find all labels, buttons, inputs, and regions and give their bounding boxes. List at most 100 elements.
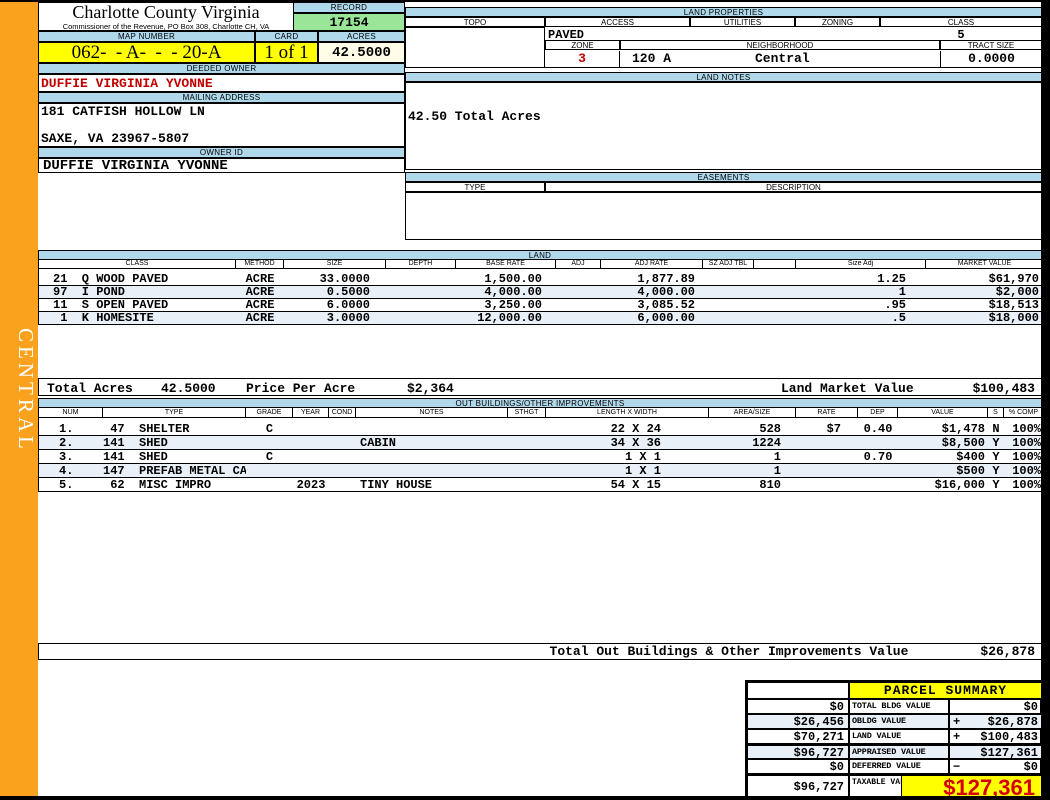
land-market-value-label: Land Market Value <box>781 381 914 396</box>
land-row-depth <box>386 273 456 286</box>
ob-row-dep <box>858 436 898 450</box>
ob-row-value: $500 <box>898 464 988 478</box>
ob-row-notes: CABIN <box>356 436 508 450</box>
ps-value-obldg: +$26,878 <box>949 714 1042 729</box>
tract-size-label: TRACT SIZE <box>940 40 1042 50</box>
property-record-card: CENTRAL Charlotte County Virginia Commis… <box>0 0 1050 800</box>
ob-row-grade <box>246 464 293 478</box>
ob-col-s: S <box>988 408 1004 418</box>
out-buildings-table: NUM TYPE GRADE YEAR COND NOTES STHGT LEN… <box>38 408 1042 492</box>
out-buildings-total-row: Total Out Buildings & Other Improvements… <box>38 643 1042 660</box>
land-row-adj-rate: 1,877.89 <box>601 273 703 286</box>
ob-row-grade: C <box>246 422 293 436</box>
ob-row-value: $1,478 <box>898 422 988 436</box>
ps-label-appraised: APPRAISED VALUE <box>849 744 949 759</box>
land-row-market-value: $2,000 <box>926 286 1043 299</box>
land-col-adj: ADJ <box>556 260 601 269</box>
address-line-2: SAXE, VA 23967-5807 <box>39 131 404 146</box>
record-label: RECORD <box>293 2 405 13</box>
ob-row-grade <box>246 478 293 492</box>
land-row-method: ACRE <box>236 273 284 286</box>
ob-row-num: 5. <box>39 478 103 492</box>
land-row-market-value: $18,000 <box>926 312 1043 325</box>
ps-op: − <box>953 760 960 773</box>
ob-row-sthgt <box>508 464 546 478</box>
ob-row-pct-comp: 100% <box>1004 422 1043 436</box>
out-buildings-total-value: $26,878 <box>980 644 1035 659</box>
land-row-size-adj: 1 <box>796 286 926 299</box>
ob-row-length-width: 22 X 24 <box>546 422 709 436</box>
deeded-owner-value: DUFFIE VIRGINIA YVONNE <box>38 74 405 92</box>
land-note-text: 42.50 Total Acres <box>406 109 1041 124</box>
ob-col-rate: RATE <box>796 408 858 418</box>
ob-col-sthgt: STHGT <box>508 408 546 418</box>
ob-row-grade <box>246 436 293 450</box>
mailing-address-label: MAILING ADDRESS <box>38 92 405 103</box>
ob-row-rate <box>796 436 858 450</box>
ob-row-pct-comp: 100% <box>1004 478 1043 492</box>
land-row-adj <box>556 286 601 299</box>
land-row-market-value: $18,513 <box>926 299 1043 312</box>
ob-row-dep: 0.70 <box>858 450 898 464</box>
ob-row-sthgt <box>508 478 546 492</box>
land-col-depth: DEPTH <box>386 260 456 269</box>
ob-row-type: 141 SHED <box>103 450 246 464</box>
ps-prev-appraised: $96,727 <box>747 744 849 759</box>
ob-row-length-width: 1 X 1 <box>546 464 709 478</box>
land-row-sz-adj-tbl <box>703 273 754 286</box>
land-row-method: ACRE <box>236 299 284 312</box>
out-buildings-title: OUT BUILDINGS/OTHER IMPROVEMENTS <box>38 398 1042 408</box>
easement-type-label: TYPE <box>405 182 545 192</box>
ob-row-dep: 0.40 <box>858 422 898 436</box>
land-row-base-rate: 4,000.00 <box>456 286 556 299</box>
ps-op: + <box>953 715 960 728</box>
ob-col-area-size: AREA/SIZE <box>709 408 796 418</box>
neighborhood-name: Central <box>755 51 810 66</box>
ob-row-length-width: 54 X 15 <box>546 478 709 492</box>
right-border <box>1041 0 1050 800</box>
record-value: 17154 <box>293 13 405 31</box>
ob-row-cond <box>329 422 356 436</box>
ob-col-dep: DEP <box>858 408 898 418</box>
land-row-class: 21 Q WOOD PAVED <box>39 273 236 286</box>
land-row-base-rate: 1,500.00 <box>456 273 556 286</box>
land-col-base-rate: BASE RATE <box>456 260 556 269</box>
ps-amount: $100,483 <box>980 730 1038 743</box>
ob-row-cond <box>329 436 356 450</box>
land-row-adj-rate: 6,000.00 <box>601 312 703 325</box>
ob-col-notes: NOTES <box>356 408 508 418</box>
land-row-depth <box>386 299 456 312</box>
ob-row-sthgt <box>508 422 546 436</box>
ps-label-land: LAND VALUE <box>849 729 949 744</box>
map-number-label: MAP NUMBER <box>38 31 255 42</box>
ob-col-year: YEAR <box>293 408 329 418</box>
ob-row-area-size: 528 <box>709 422 796 436</box>
ob-row-year <box>293 436 329 450</box>
topo-value <box>405 27 545 68</box>
ob-row-length-width: 1 X 1 <box>546 450 709 464</box>
land-title: LAND <box>38 250 1042 260</box>
ob-row-value: $16,000 <box>898 478 988 492</box>
land-col-class: CLASS <box>39 260 236 269</box>
land-col-size: SIZE <box>284 260 386 269</box>
land-row-depth <box>386 286 456 299</box>
land-row-sz-adj-tbl <box>703 299 754 312</box>
ob-row-pct-comp: 100% <box>1004 436 1043 450</box>
parcel-summary: PARCEL SUMMARY $0 TOTAL BLDG VALUE $0 $2… <box>745 680 1042 800</box>
ps-prev-land: $70,271 <box>747 729 849 744</box>
tract-size-value: 0.0000 <box>940 51 1042 68</box>
ob-row-s: Y <box>988 450 1004 464</box>
county-title: Charlotte County Virginia <box>39 3 293 22</box>
ps-op: + <box>953 730 960 743</box>
land-row-adj-rate: 4,000.00 <box>601 286 703 299</box>
ob-col-cond: COND <box>329 408 356 418</box>
ob-row-rate <box>796 478 858 492</box>
neighborhood-code: 120 A <box>632 51 671 66</box>
land-row-method: ACRE <box>236 286 284 299</box>
land-row-sz-adj-tbl <box>703 312 754 325</box>
ob-row-num: 2. <box>39 436 103 450</box>
acres-label: ACRES <box>318 31 405 42</box>
neighborhood-label: NEIGHBORHOOD <box>620 40 940 50</box>
ob-row-year <box>293 464 329 478</box>
ob-row-area-size: 810 <box>709 478 796 492</box>
